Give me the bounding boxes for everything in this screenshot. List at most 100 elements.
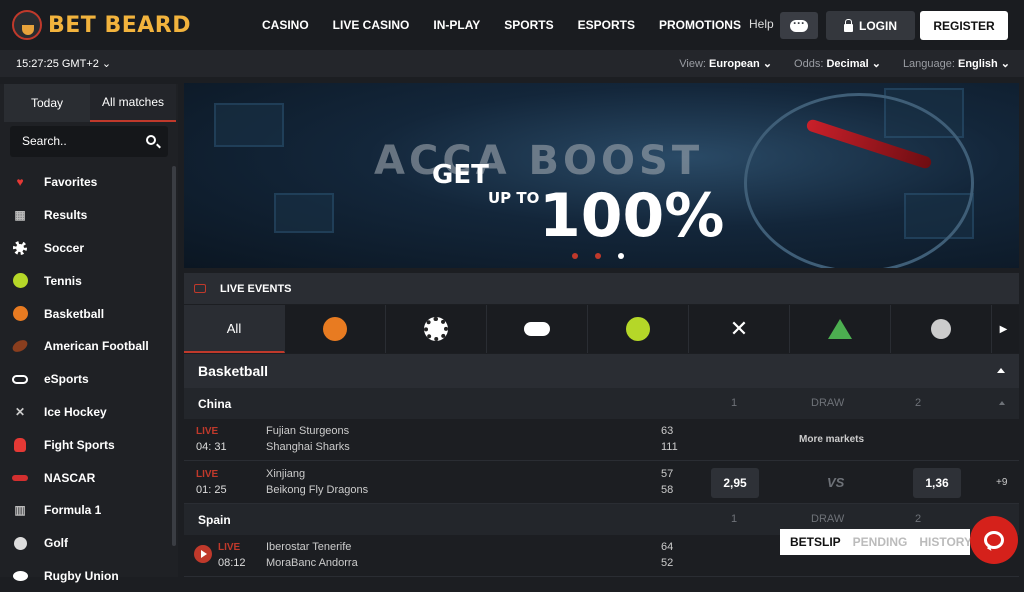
odds-button-home[interactable]: 2,95 bbox=[711, 468, 759, 498]
vs-label: VS bbox=[827, 475, 845, 490]
betslip-bar: BETSLIP PENDING HISTORY bbox=[780, 529, 972, 555]
promo-banner[interactable]: ACCA BOOST GET UP TO 100% bbox=[184, 83, 1019, 268]
carousel-dot[interactable] bbox=[595, 253, 601, 259]
carousel-dot-active[interactable] bbox=[618, 253, 624, 259]
logo[interactable]: BET BEARD bbox=[12, 8, 191, 42]
section-title: Basketball bbox=[198, 363, 269, 379]
chat-icon bbox=[984, 531, 1004, 549]
filter-all[interactable]: All bbox=[184, 305, 285, 353]
filter-golf[interactable] bbox=[891, 305, 992, 353]
sidebar-scrollbar[interactable] bbox=[172, 166, 176, 546]
filter-snooker[interactable] bbox=[790, 305, 891, 353]
logo-text: BET BEARD bbox=[48, 12, 191, 38]
nav-esports[interactable]: ESPORTS bbox=[578, 18, 635, 32]
sidebar-item-ice-hockey[interactable]: ✕ Ice Hockey bbox=[0, 396, 172, 429]
register-button[interactable]: REGISTER bbox=[920, 11, 1008, 40]
sidebar-item-results[interactable]: ▦ Results bbox=[0, 199, 172, 232]
view-label: View: bbox=[679, 58, 706, 70]
sidebar-item-label: Rugby Union bbox=[44, 568, 119, 583]
chat-button[interactable] bbox=[780, 12, 818, 39]
play-stream-icon[interactable] bbox=[194, 545, 212, 563]
team-away: Shanghai Sharks bbox=[266, 441, 350, 453]
score-away: 52 bbox=[661, 557, 674, 569]
language-selector[interactable]: Language: English ⌄ bbox=[903, 57, 1010, 70]
sidebar-item-esports[interactable]: eSports bbox=[0, 363, 172, 396]
sidebar-item-basketball[interactable]: Basketball bbox=[0, 297, 172, 330]
filter-basketball[interactable] bbox=[285, 305, 386, 353]
sidebar-item-label: Golf bbox=[44, 536, 68, 551]
more-markets-link[interactable]: More markets bbox=[799, 434, 864, 445]
snooker-triangle-icon bbox=[828, 319, 852, 339]
column-2-label: 2 bbox=[915, 397, 922, 409]
match-row[interactable]: LIVE 01: 25 Xinjiang Beikong Fly Dragons… bbox=[184, 462, 1019, 504]
live-events-header: LIVE EVENTS bbox=[184, 273, 1019, 304]
search-input[interactable] bbox=[22, 134, 132, 148]
sidebar-item-label: Ice Hockey bbox=[44, 404, 107, 419]
soccer-ball-icon bbox=[424, 317, 448, 341]
carousel-dots bbox=[572, 253, 641, 259]
beard-logo-icon bbox=[12, 10, 42, 40]
basketball-icon bbox=[323, 317, 347, 341]
sidebar-item-nascar[interactable]: NASCAR bbox=[0, 461, 172, 494]
soccer-ball-icon bbox=[12, 240, 28, 256]
nav-sports[interactable]: SPORTS bbox=[504, 18, 553, 32]
language-label: Language: bbox=[902, 58, 955, 70]
more-markets-count[interactable]: +9 bbox=[996, 477, 1007, 488]
odds-selector[interactable]: Odds: Decimal ⌄ bbox=[794, 57, 881, 70]
sidebar-item-label: Formula 1 bbox=[44, 503, 102, 518]
section-header-basketball[interactable]: Basketball bbox=[184, 354, 1019, 388]
team-away: Beikong Fly Dragons bbox=[266, 484, 369, 496]
collapse-icon[interactable] bbox=[999, 401, 1005, 405]
filter-soccer[interactable] bbox=[386, 305, 487, 353]
sidebar-item-soccer[interactable]: Soccer bbox=[0, 232, 172, 265]
live-chat-button[interactable] bbox=[970, 516, 1018, 564]
help-link[interactable]: Help bbox=[749, 17, 774, 31]
view-selector[interactable]: View: European ⌄ bbox=[679, 57, 772, 70]
column-2-label: 2 bbox=[915, 513, 922, 525]
search-icon[interactable] bbox=[146, 135, 156, 145]
sidebar-item-fight-sports[interactable]: Fight Sports bbox=[0, 428, 172, 461]
american-football-icon bbox=[10, 338, 30, 355]
sidebar-item-favorites[interactable]: ♥ Favorites bbox=[0, 166, 172, 199]
sidebar-tabs: Today All matches bbox=[4, 84, 176, 122]
tab-all-matches[interactable]: All matches bbox=[90, 84, 176, 122]
sports-list: ♥ Favorites ▦ Results Soccer Tennis Basket… bbox=[0, 166, 172, 592]
carousel-dot[interactable] bbox=[572, 253, 578, 259]
collapse-icon[interactable] bbox=[997, 368, 1005, 373]
sidebar-item-formula-1[interactable]: ▥ Formula 1 bbox=[0, 494, 172, 527]
hockey-sticks-icon: ✕ bbox=[14, 404, 26, 419]
tab-today[interactable]: Today bbox=[4, 84, 90, 122]
chevron-right-icon[interactable]: ▶ bbox=[992, 305, 1015, 353]
sidebar-item-golf[interactable]: Golf bbox=[0, 527, 172, 560]
boxing-glove-icon bbox=[12, 437, 28, 453]
chat-bubble-icon bbox=[790, 16, 808, 32]
banner-get: GET bbox=[432, 160, 489, 190]
main-nav: CASINO LIVE CASINO IN-PLAY SPORTS ESPORT… bbox=[262, 0, 765, 50]
odds-button-away[interactable]: 1,36 bbox=[913, 468, 961, 498]
nav-promotions[interactable]: PROMOTIONS bbox=[659, 18, 741, 32]
top-bar: BET BEARD CASINO LIVE CASINO IN-PLAY SPO… bbox=[0, 0, 1024, 50]
sports-sidebar: Today All matches ♥ Favorites ▦ Results So… bbox=[0, 84, 178, 583]
nav-casino[interactable]: CASINO bbox=[262, 18, 309, 32]
login-button[interactable]: LOGIN bbox=[826, 11, 915, 40]
league-header-china[interactable]: China 1 DRAW 2 bbox=[184, 388, 1019, 419]
clock-dropdown[interactable]: 15:27:25 GMT+2 ⌄ bbox=[16, 57, 111, 70]
tab-pending[interactable]: PENDING bbox=[853, 535, 908, 549]
filter-esports[interactable] bbox=[487, 305, 588, 353]
filter-ice-hockey[interactable]: ✕ bbox=[689, 305, 790, 353]
column-draw-label: DRAW bbox=[811, 397, 845, 409]
tab-history[interactable]: HISTORY bbox=[919, 535, 972, 549]
team-home: Fujian Sturgeons bbox=[266, 425, 350, 437]
tab-betslip[interactable]: BETSLIP bbox=[790, 535, 841, 549]
sidebar-item-tennis[interactable]: Tennis bbox=[0, 264, 172, 297]
odds-value: Decimal ⌄ bbox=[826, 58, 881, 70]
nav-in-play[interactable]: IN-PLAY bbox=[433, 18, 480, 32]
sidebar-item-american-football[interactable]: American Football bbox=[0, 330, 172, 363]
team-home: Iberostar Tenerife bbox=[266, 541, 352, 553]
nav-live-casino[interactable]: LIVE CASINO bbox=[333, 18, 410, 32]
column-1-label: 1 bbox=[731, 513, 738, 525]
match-row[interactable]: LIVE 04: 31 Fujian Sturgeons Shanghai Sh… bbox=[184, 419, 1019, 461]
filter-tennis[interactable] bbox=[588, 305, 689, 353]
sidebar-item-rugby-union[interactable]: Rugby Union bbox=[0, 560, 172, 592]
sidebar-item-label: American Football bbox=[44, 339, 149, 354]
